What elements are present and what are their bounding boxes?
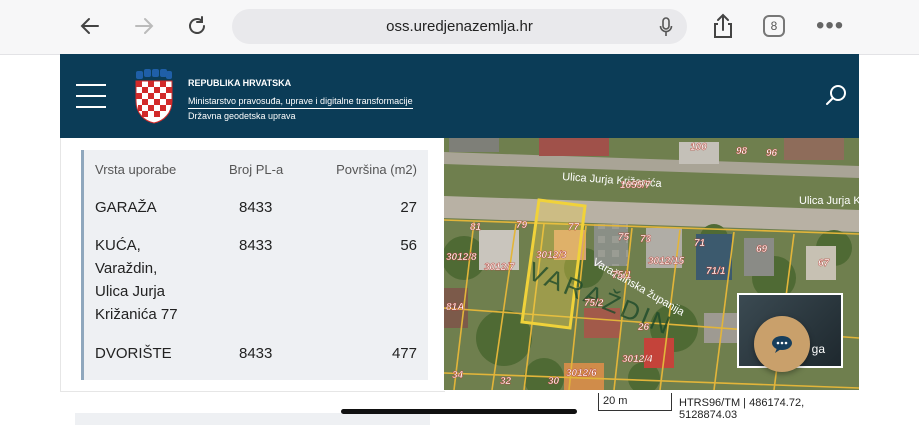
parcel-label: 81A: [446, 302, 464, 313]
parcel-label: 3012/4: [622, 354, 653, 365]
usage-panel: Vrsta uporabe Broj PL-a Površina (m2) GA…: [60, 138, 445, 392]
column-header-vrsta: Vrsta uporabe: [95, 162, 177, 177]
parcel-label: 3012/6: [566, 368, 597, 379]
parcel-label: 77: [568, 222, 580, 233]
parcel-label: 96: [766, 148, 778, 159]
row-vrsta-line: Križanića 77: [95, 306, 178, 323]
row-vrsta: DVORIŠTE: [95, 345, 172, 362]
row-povrsina: 477: [391, 345, 417, 362]
row-broj: 8433: [239, 237, 273, 254]
browser-toolbar: oss.uredjenazemlja.hr 8 •••: [0, 0, 919, 55]
parcel-label: 75/1: [612, 270, 632, 281]
row-povrsina: 27: [400, 199, 417, 216]
parcel-label: 69: [756, 244, 768, 255]
more-options-icon[interactable]: •••: [816, 12, 844, 40]
url-text: oss.uredjenazemlja.hr: [386, 18, 533, 35]
next-panel-edge: [75, 413, 430, 425]
parcel-label: 79: [516, 220, 528, 231]
column-header-povrsina: Površina (m2): [336, 162, 417, 177]
parcel-label: 30: [548, 376, 560, 387]
share-icon[interactable]: [707, 10, 739, 42]
parcel-label: 3012/7: [484, 262, 515, 273]
scale-bar: 20 m: [598, 393, 672, 411]
microphone-icon[interactable]: [659, 17, 673, 37]
parcel-label: 67: [818, 258, 830, 269]
row-broj: 8433: [239, 199, 273, 216]
forward-arrow-icon[interactable]: [128, 10, 160, 42]
map-scale-coordinates: 20 m HTRS96/TM | 486174.72, 5128874.03: [590, 390, 859, 421]
row-vrsta: KUĆA, Varaždin, Ulica Jurja Križanića 77: [95, 234, 178, 326]
parcel-label: 75: [618, 232, 630, 243]
back-arrow-icon[interactable]: [74, 10, 106, 42]
row-vrsta-line: Varaždin,: [95, 260, 158, 277]
reload-icon[interactable]: [181, 10, 213, 42]
row-vrsta: GARAŽA: [95, 199, 157, 216]
row-povrsina: 56: [400, 237, 417, 254]
org-line-3: Državna geodetska uprava: [188, 111, 296, 121]
chat-bubble-icon: [772, 336, 792, 353]
croatian-coat-of-arms-icon: [135, 69, 173, 124]
thumbnail-label: ga: [811, 342, 825, 356]
parcel-label: 26: [637, 322, 650, 333]
parcel-label: 73: [640, 234, 652, 245]
parcel-label: 100: [690, 142, 707, 153]
row-vrsta-line: KUĆA,: [95, 237, 141, 254]
parcel-label: 3012/8: [446, 252, 477, 263]
parcel-label: 81: [470, 222, 482, 233]
organization-name[interactable]: REPUBLIKA HRVATSKA Ministarstvo pravosuđ…: [188, 76, 413, 124]
tab-count-button[interactable]: 8: [763, 15, 785, 37]
street-label: Ulica Jurja K: [799, 195, 859, 207]
parcel-label: 75/2: [584, 298, 604, 309]
parcel-label: 3012/3: [536, 250, 567, 261]
row-vrsta-line: Ulica Jurja: [95, 283, 166, 300]
parcel-label: 1655/7: [620, 180, 651, 191]
site-header: REPUBLIKA HRVATSKA Ministarstvo pravosuđ…: [60, 54, 859, 138]
menu-icon[interactable]: [76, 84, 106, 108]
parcel-label: 71: [694, 238, 706, 249]
usage-table: Vrsta uporabe Broj PL-a Površina (m2) GA…: [81, 150, 428, 380]
search-icon[interactable]: [824, 83, 848, 107]
home-indicator[interactable]: [341, 409, 577, 414]
column-header-broj: Broj PL-a: [229, 162, 284, 177]
parcel-label: 71/1: [706, 266, 726, 277]
parcel-label: 98: [736, 146, 748, 157]
parcel-label: 32: [500, 376, 512, 387]
row-broj: 8433: [239, 345, 273, 362]
coordinate-readout: HTRS96/TM | 486174.72, 5128874.03: [679, 397, 805, 421]
chat-button[interactable]: [754, 316, 810, 372]
org-line-1: REPUBLIKA HRVATSKA: [188, 78, 292, 88]
parcel-label: 34: [452, 370, 464, 381]
address-bar[interactable]: oss.uredjenazemlja.hr: [232, 9, 687, 44]
parcel-label: 3012/15: [648, 256, 685, 267]
org-line-2: Ministarstvo pravosuđa, uprave i digital…: [188, 95, 413, 109]
